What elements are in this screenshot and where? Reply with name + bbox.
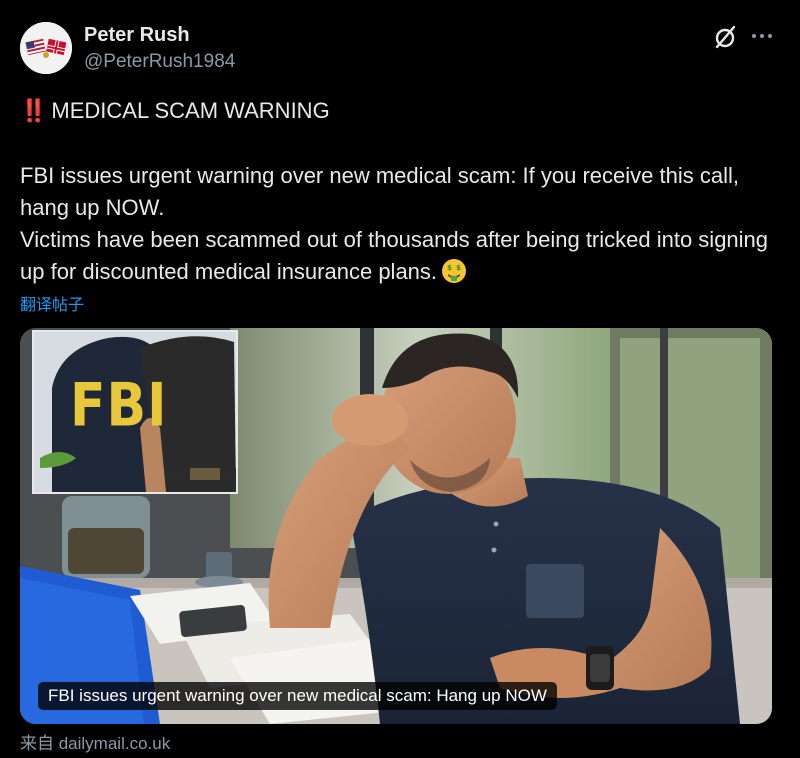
flag-pins-icon [20,22,72,74]
post-headline: ‼️ MEDICAL SCAM WARNING [20,98,330,124]
post-body: FBI issues urgent warning over new medic… [20,160,780,288]
author-handle[interactable]: @PeterRush1984 [84,51,235,73]
grok-icon[interactable] [712,24,738,50]
author-display-name[interactable]: Peter Rush [84,24,190,47]
avatar[interactable] [20,22,72,74]
card-source[interactable]: 来自 dailymail.co.uk [20,729,170,754]
post-paragraph-1: FBI issues urgent warning over new medic… [20,163,739,220]
more-options-icon[interactable] [748,22,776,50]
svg-text:$: $ [456,264,461,272]
post-paragraph-2-text: Victims have been scammed out of thousan… [20,227,769,284]
post-paragraph-2: Victims have been scammed out of thousan… [20,224,780,288]
svg-text:$: $ [447,264,452,272]
link-preview-card[interactable]: FBI [20,328,772,724]
inset-fbi-label: FBI [70,371,168,441]
card-caption: FBI issues urgent warning over new medic… [38,682,557,710]
headline-text: MEDICAL SCAM WARNING [51,98,330,123]
money-mouth-face-icon: $ $ [441,258,467,284]
translate-post-link[interactable]: 翻译帖子 [20,291,84,315]
double-exclamation-icon: ‼️ [20,98,48,123]
